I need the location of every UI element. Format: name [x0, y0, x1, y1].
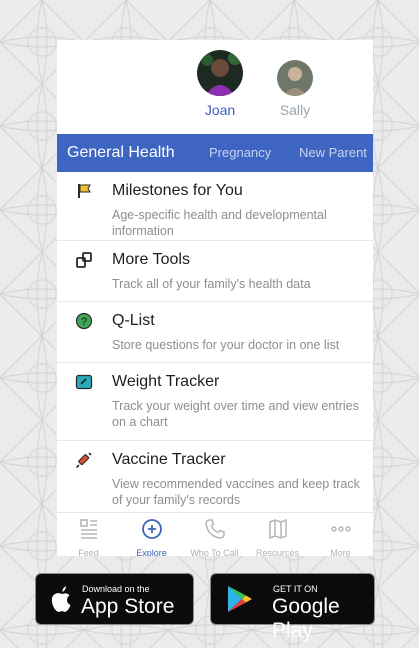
- google-play-icon: [228, 586, 252, 612]
- nav-label: More: [330, 548, 351, 556]
- category-tabs: General Health Pregnancy New Parent: [57, 134, 373, 172]
- item-description: Track your weight over time and view ent…: [112, 399, 359, 429]
- explore-icon: [141, 519, 162, 539]
- nav-label: Resources: [255, 548, 300, 556]
- item-description: Track all of your family's health data: [112, 277, 311, 291]
- item-description: View recommended vaccines and keep track…: [112, 477, 360, 507]
- list-item-vaccine-tracker[interactable]: Vaccine Tracker View recommended vaccine…: [57, 441, 373, 512]
- feed-icon: [79, 519, 97, 539]
- profile-joan[interactable]: Joan: [195, 50, 245, 118]
- map-icon: [268, 518, 287, 540]
- list-item-milestones[interactable]: Milestones for You Age-specific health a…: [57, 172, 373, 241]
- item-title: Q-List: [112, 312, 155, 329]
- list-item-more-tools[interactable]: More Tools Track all of your family's he…: [57, 241, 373, 302]
- app-store-badge[interactable]: Download on the App Store: [35, 573, 194, 625]
- nav-resources[interactable]: Resources: [246, 513, 309, 556]
- apple-icon: [51, 586, 71, 612]
- profile-sally[interactable]: Sally: [270, 50, 320, 118]
- profile-name-joan: Joan: [204, 102, 236, 118]
- tools-list: Milestones for You Age-specific health a…: [57, 172, 373, 512]
- google-play-caption: GET IT ON: [273, 584, 318, 594]
- flag-icon: [78, 184, 91, 198]
- scale-icon: [75, 374, 93, 390]
- avatar-joan: [197, 50, 243, 96]
- phone-icon: [204, 519, 225, 539]
- google-play-title: Google Play: [272, 595, 340, 642]
- google-play-badge[interactable]: GET IT ON Google Play: [210, 573, 375, 642]
- nav-feed[interactable]: Feed: [57, 513, 120, 556]
- nav-explore[interactable]: Explore: [120, 513, 183, 556]
- app-store-title: App Store: [81, 595, 175, 618]
- tab-pregnancy[interactable]: Pregnancy: [209, 134, 271, 172]
- item-title: Milestones for You: [112, 182, 243, 199]
- list-item-q-list[interactable]: ? Q-List Store questions for your doctor…: [57, 302, 373, 363]
- app-screen: Joan Sally General Health Pregnancy New …: [57, 40, 373, 556]
- svg-text:?: ?: [81, 316, 87, 328]
- item-description: Age-specific health and developmental in…: [112, 208, 327, 238]
- avatar-sally: [277, 60, 313, 96]
- profile-name-sally: Sally: [279, 102, 311, 118]
- tab-general-health[interactable]: General Health: [67, 134, 175, 172]
- question-icon: ?: [75, 312, 93, 330]
- nav-more[interactable]: More: [309, 513, 372, 556]
- tab-new-parent[interactable]: New Parent: [299, 134, 367, 172]
- list-item-weight-tracker[interactable]: Weight Tracker Track your weight over ti…: [57, 363, 373, 441]
- nav-label: Feed: [78, 548, 99, 556]
- nav-label: Explore: [136, 548, 167, 556]
- profile-switcher: Joan Sally: [57, 40, 373, 134]
- nav-who-to-call[interactable]: Who To Call: [183, 513, 246, 556]
- bottom-navigation: Feed Explore Who To Call Resources More: [57, 512, 373, 556]
- more-icon: [330, 526, 351, 532]
- item-description: Store questions for your doctor in one l…: [112, 338, 340, 352]
- nav-label: Who To Call: [190, 548, 239, 556]
- item-title: More Tools: [112, 251, 190, 268]
- item-title: Vaccine Tracker: [112, 451, 226, 468]
- syringe-icon: [75, 452, 92, 469]
- tools-icon: [76, 252, 92, 268]
- item-title: Weight Tracker: [112, 373, 220, 390]
- app-store-caption: Download on the: [82, 584, 150, 594]
